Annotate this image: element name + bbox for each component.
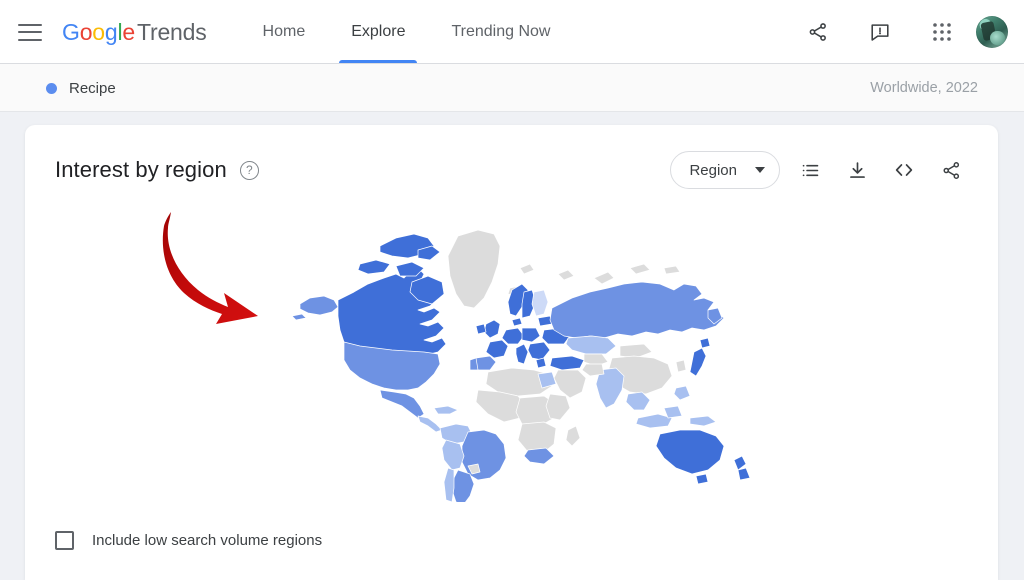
region-korea <box>675 359 686 373</box>
region-papua-new-guinea <box>689 415 716 427</box>
region-new-zealand <box>733 455 746 471</box>
region-middle-east <box>553 369 586 399</box>
series-color-dot <box>46 82 57 94</box>
avatar[interactable] <box>976 16 1008 48</box>
region-kazakhstan <box>565 335 616 355</box>
region-denmark <box>511 317 522 327</box>
region-balkans <box>527 341 550 361</box>
region-aleutians <box>291 313 306 321</box>
logo-letter: e <box>122 18 135 45</box>
region-japan <box>689 347 706 377</box>
chevron-down-icon <box>755 167 765 173</box>
card-header-tools: Region <box>670 151 968 189</box>
nav-item-home[interactable]: Home <box>259 0 310 64</box>
region-alaska <box>299 295 338 316</box>
nav-links: Home Explore Trending Now <box>259 0 593 64</box>
region-south-africa <box>523 447 554 465</box>
include-low-volume-label: Include low search volume regions <box>92 532 323 549</box>
region-mexico <box>379 389 424 419</box>
logo-letter: g <box>104 18 118 45</box>
search-term-label: Recipe <box>69 79 116 97</box>
top-navigation-bar: Go o g l e Trends Home Explore Trending Now <box>0 0 1024 64</box>
region-pakistan-afghanistan <box>581 363 604 377</box>
search-term-chip[interactable]: Recipe <box>46 80 116 97</box>
low-volume-checkbox-row[interactable]: Include low search volume regions <box>55 531 322 550</box>
region-australia <box>655 429 724 475</box>
list-view-icon[interactable] <box>793 153 827 187</box>
interest-by-region-card: Interest by region ? Region Include low … <box>25 125 998 580</box>
region-finland <box>531 289 548 317</box>
region-madagascar <box>565 425 580 447</box>
region-japan-hokkaido <box>699 337 710 349</box>
nav-item-trending-now[interactable]: Trending Now <box>447 0 554 64</box>
region-peru-bolivia <box>441 439 464 471</box>
help-icon[interactable]: ? <box>239 160 259 180</box>
region-novaya-zemlya <box>593 271 614 285</box>
region-svalbard <box>557 269 574 281</box>
query-summary-bar: Recipe Worldwide, 2022 <box>0 64 1024 112</box>
region-philippines <box>673 385 690 401</box>
region-italy <box>515 343 528 365</box>
query-scope-label: Worldwide, 2022 <box>870 80 978 96</box>
region-germany-benelux <box>501 327 524 345</box>
region-ireland <box>475 323 486 335</box>
region-arctic-islands <box>629 263 650 275</box>
region-caribbean <box>433 405 458 415</box>
region-new-zealand <box>737 467 750 481</box>
region-brazil <box>461 429 506 481</box>
region-arctic-islands <box>519 263 534 275</box>
region-tasmania <box>695 473 708 485</box>
share-icon[interactable] <box>798 12 838 52</box>
region-france <box>485 339 508 359</box>
card-header: Interest by region ? Region <box>25 125 998 215</box>
logo-letter: G <box>62 18 80 45</box>
logo-letter: o <box>92 18 105 45</box>
embed-code-icon[interactable] <box>887 153 921 187</box>
region-southeast-asia <box>625 391 650 411</box>
region-indonesia <box>635 413 672 429</box>
region-chile <box>443 467 454 502</box>
region-east-africa <box>545 393 570 421</box>
include-low-volume-checkbox[interactable] <box>55 531 74 550</box>
region-canada-arctic <box>357 259 390 275</box>
google-trends-logo[interactable]: Go o g l e Trends <box>62 19 207 46</box>
region-select-value: Region <box>689 161 737 179</box>
region-arctic-islands <box>663 265 680 275</box>
hamburger-menu-icon[interactable] <box>18 23 42 41</box>
region-united-kingdom <box>483 319 500 339</box>
region-greece <box>535 357 546 369</box>
region-poland <box>521 327 540 343</box>
region-central-america <box>417 415 442 433</box>
region-baltics <box>537 315 552 327</box>
region-turkey <box>549 355 584 371</box>
region-select[interactable]: Region <box>670 151 780 189</box>
region-greenland <box>447 229 500 309</box>
logo-suffix: Trends <box>137 18 207 45</box>
apps-grid-icon[interactable] <box>922 12 962 52</box>
feedback-icon[interactable] <box>860 12 900 52</box>
region-russia <box>549 281 724 339</box>
page-title: Interest by region <box>55 157 227 182</box>
world-map[interactable] <box>25 207 998 507</box>
logo-letter: o <box>79 18 93 45</box>
nav-actions <box>798 12 1024 52</box>
share-icon[interactable] <box>934 153 968 187</box>
nav-item-explore[interactable]: Explore <box>339 0 418 64</box>
download-icon[interactable] <box>840 153 874 187</box>
